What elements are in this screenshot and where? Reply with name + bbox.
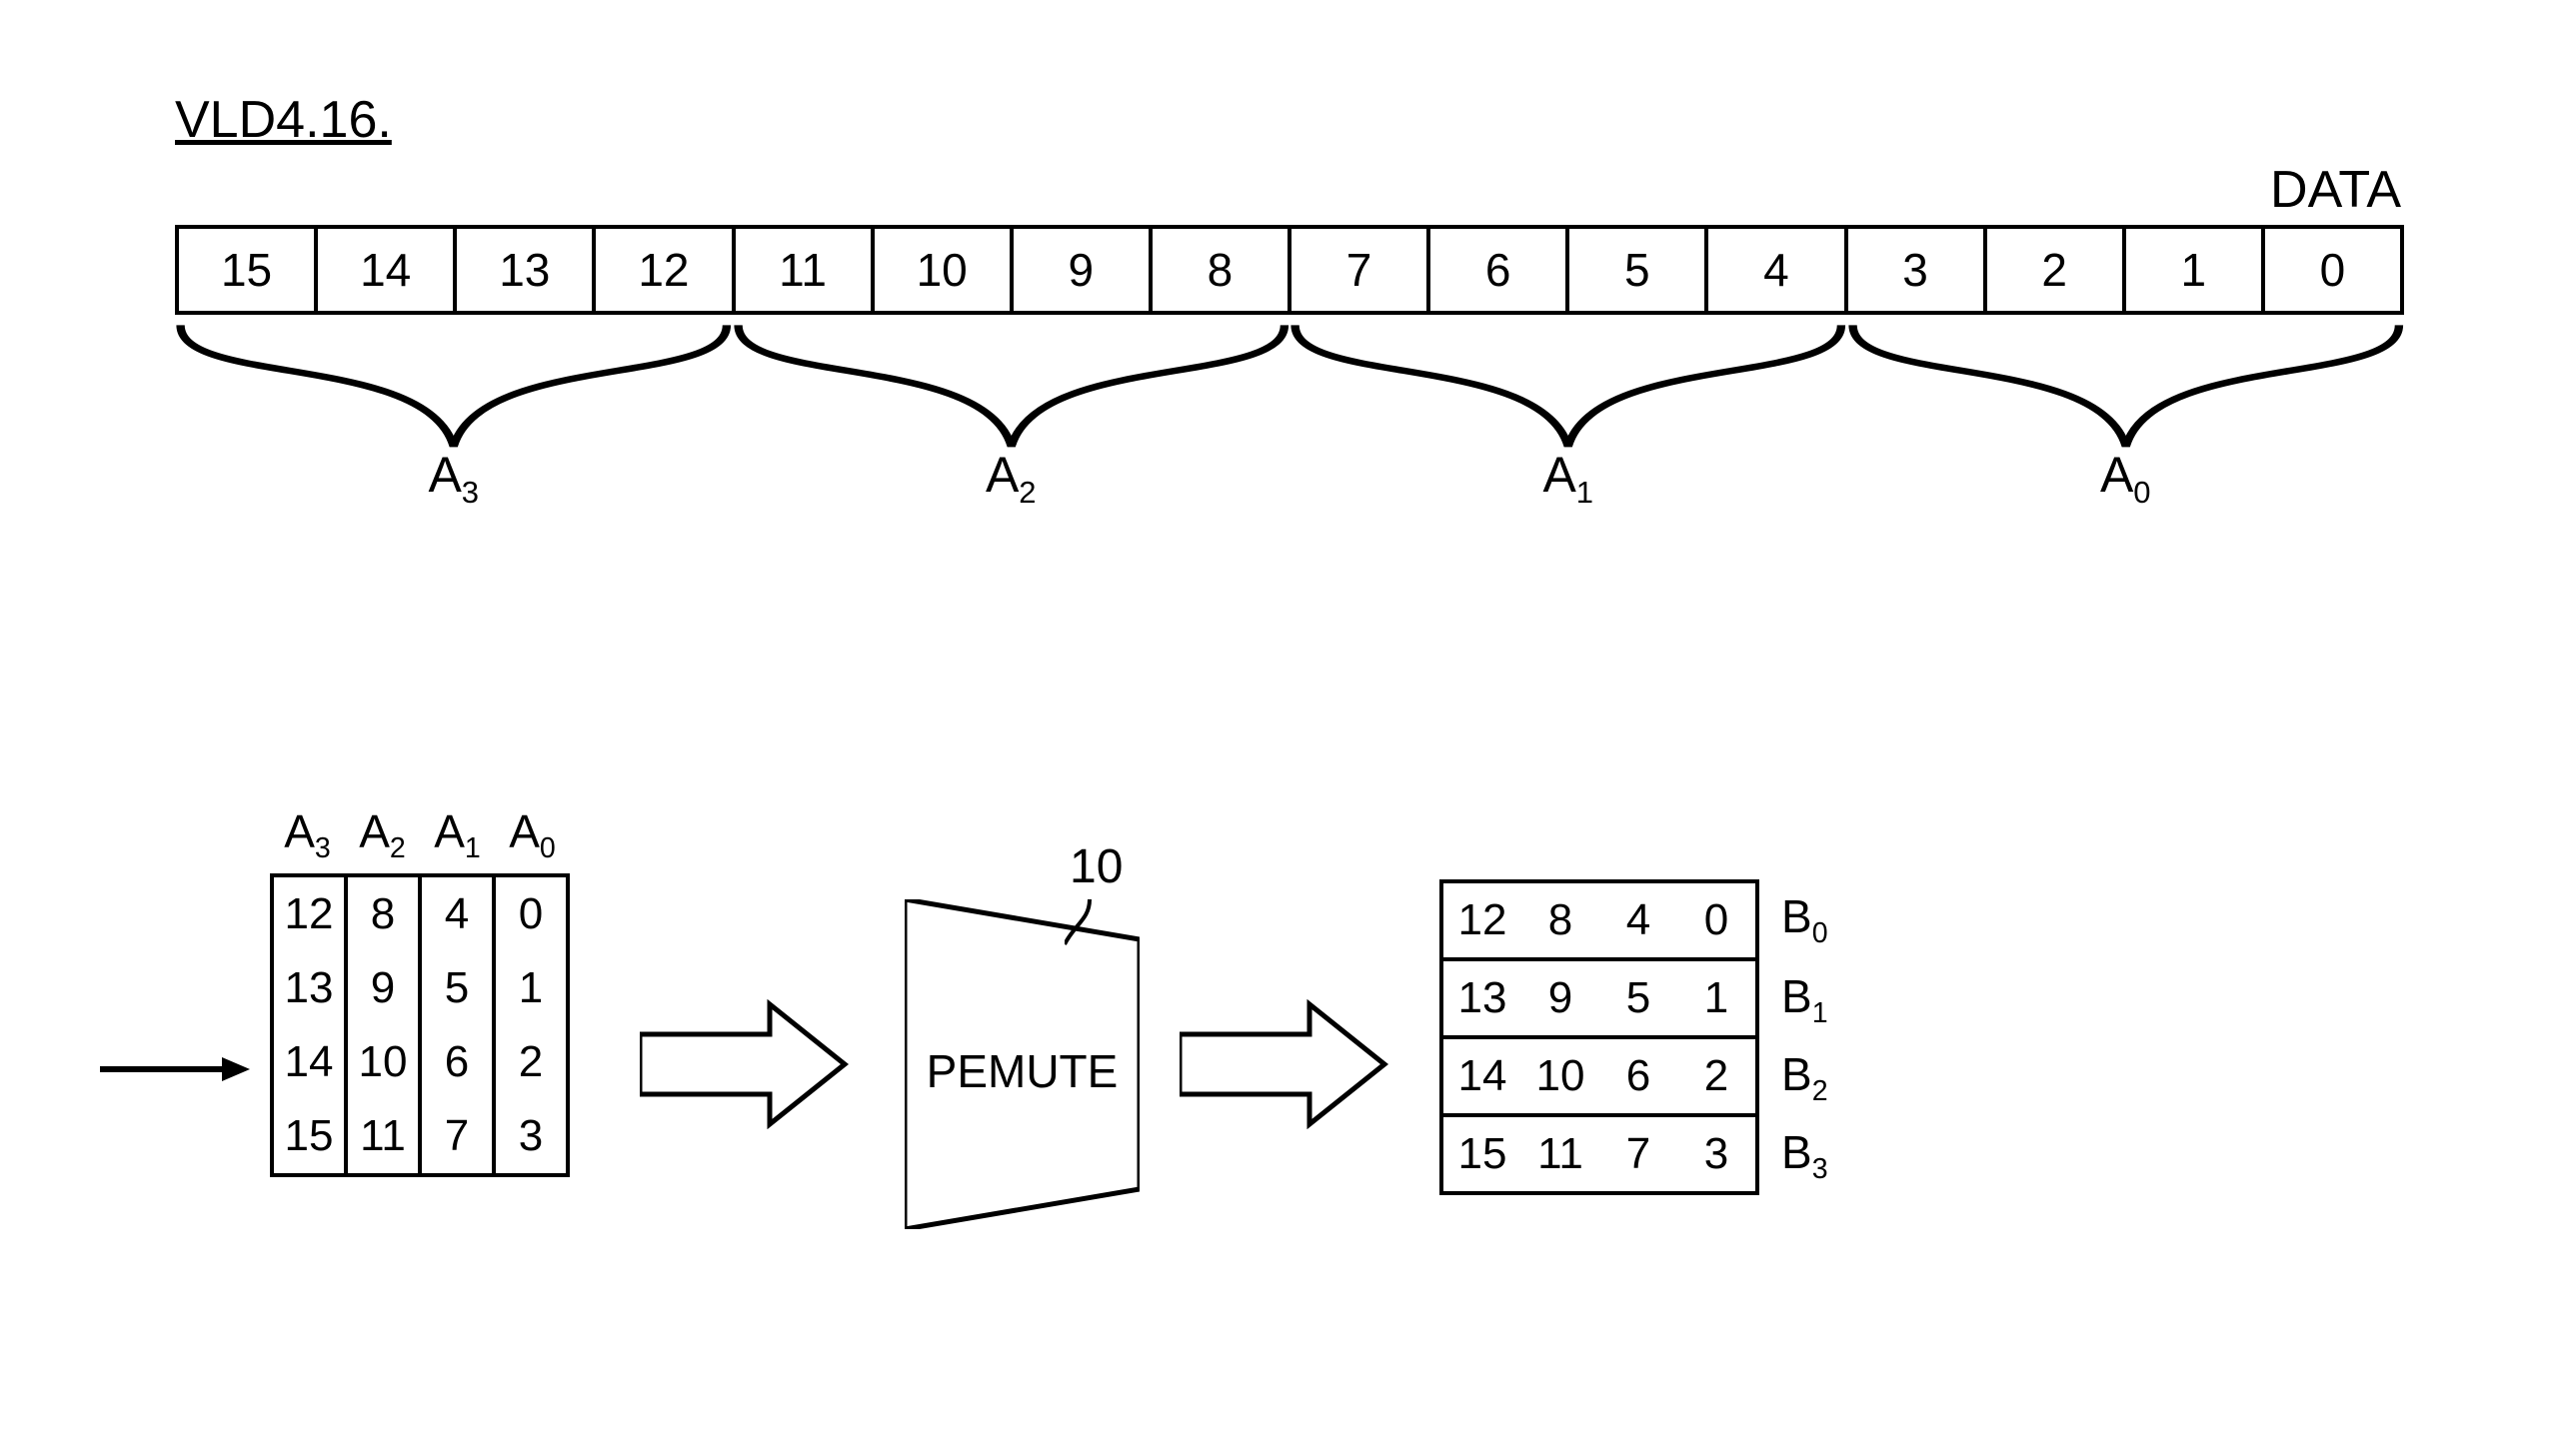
strip-cell: 12 bbox=[596, 229, 735, 311]
group-label: A1 bbox=[1289, 446, 1847, 511]
diagram-page: VLD4.16. DATA 15 14 13 12 11 10 9 8 7 6 … bbox=[0, 0, 2576, 1432]
strip-cell: 10 bbox=[875, 229, 1014, 311]
matrix-a: A3 A2 A1 A0 12 13 14 15 8 9 10 11 bbox=[270, 804, 570, 1177]
matrix-b-cells: 14 10 6 2 bbox=[1439, 1039, 1759, 1117]
mb-cell: 6 bbox=[1599, 1039, 1677, 1113]
ma-cell: 2 bbox=[496, 1025, 566, 1099]
ma-cell: 8 bbox=[348, 877, 418, 951]
strip-cell: 2 bbox=[1987, 229, 2126, 311]
group-label: A0 bbox=[1847, 446, 2405, 511]
strip-cell: 13 bbox=[457, 229, 596, 311]
brace: A2 bbox=[733, 321, 1290, 451]
mb-cell: 1 bbox=[1677, 961, 1755, 1035]
matrix-a-header: A0 bbox=[495, 804, 570, 873]
matrix-b-row: 12 8 4 0 B0 bbox=[1439, 879, 1859, 961]
strip-cell: 4 bbox=[1708, 229, 1847, 311]
mb-cell: 13 bbox=[1443, 961, 1521, 1035]
ma-cell: 10 bbox=[348, 1025, 418, 1099]
lead-arrow-icon bbox=[100, 1049, 250, 1089]
matrix-b-row: 14 10 6 2 B2 bbox=[1439, 1039, 1859, 1117]
matrix-a-headers: A3 A2 A1 A0 bbox=[270, 804, 570, 873]
ma-cell: 11 bbox=[348, 1099, 418, 1173]
mb-cell: 8 bbox=[1521, 883, 1599, 957]
strip-cell: 0 bbox=[2265, 229, 2400, 311]
mb-cell: 2 bbox=[1677, 1039, 1755, 1113]
matrix-a-header: A1 bbox=[420, 804, 495, 873]
permute-ref: 10 bbox=[1070, 839, 1123, 894]
matrix-a-col: 4 5 6 7 bbox=[422, 877, 496, 1173]
ma-cell: 12 bbox=[274, 877, 344, 951]
ma-cell: 3 bbox=[496, 1099, 566, 1173]
matrix-a-body: 12 13 14 15 8 9 10 11 4 5 6 7 bbox=[270, 873, 570, 1177]
flow: A3 A2 A1 A0 12 13 14 15 8 9 10 11 bbox=[100, 804, 2099, 1254]
mb-cell: 12 bbox=[1443, 883, 1521, 957]
matrix-a-col: 12 13 14 15 bbox=[274, 877, 348, 1173]
strip-cell: 11 bbox=[736, 229, 875, 311]
matrix-a-header: A2 bbox=[345, 804, 420, 873]
flow-arrow-icon bbox=[640, 999, 850, 1129]
strip-cell: 14 bbox=[318, 229, 457, 311]
mb-cell: 9 bbox=[1521, 961, 1599, 1035]
ref-connector-icon bbox=[1065, 899, 1115, 949]
matrix-b-cells: 13 9 5 1 bbox=[1439, 961, 1759, 1039]
flow-arrow-icon bbox=[1180, 999, 1389, 1129]
permute-label: PEMUTE bbox=[905, 1044, 1140, 1098]
ma-cell: 15 bbox=[274, 1099, 344, 1173]
ma-cell: 9 bbox=[348, 951, 418, 1025]
ma-cell: 7 bbox=[422, 1099, 492, 1173]
instruction-title: VLD4.16. bbox=[175, 90, 392, 150]
mb-cell: 10 bbox=[1521, 1039, 1599, 1113]
matrix-b-cells: 15 11 7 3 bbox=[1439, 1117, 1759, 1195]
ma-cell: 13 bbox=[274, 951, 344, 1025]
ma-cell: 0 bbox=[496, 877, 566, 951]
matrix-b-cells: 12 8 4 0 bbox=[1439, 879, 1759, 961]
ma-cell: 14 bbox=[274, 1025, 344, 1099]
strip-cell: 8 bbox=[1153, 229, 1291, 311]
matrix-b-row-label: B3 bbox=[1759, 1125, 1849, 1186]
brace: A3 bbox=[175, 321, 733, 451]
matrix-a-header: A3 bbox=[270, 804, 345, 873]
matrix-a-col: 8 9 10 11 bbox=[348, 877, 422, 1173]
mb-cell: 11 bbox=[1521, 1117, 1599, 1191]
data-strip: 15 14 13 12 11 10 9 8 7 6 5 4 3 2 1 0 bbox=[175, 225, 2404, 315]
mb-cell: 4 bbox=[1599, 883, 1677, 957]
strip-cell: 5 bbox=[1569, 229, 1708, 311]
strip-cell: 6 bbox=[1430, 229, 1569, 311]
matrix-b: 12 8 4 0 B0 13 9 5 1 B1 14 10 bbox=[1439, 879, 1859, 1195]
matrix-a-col: 0 1 2 3 bbox=[496, 877, 566, 1173]
ma-cell: 4 bbox=[422, 877, 492, 951]
strip-cell: 7 bbox=[1291, 229, 1430, 311]
ma-cell: 1 bbox=[496, 951, 566, 1025]
matrix-b-row-label: B1 bbox=[1759, 969, 1849, 1030]
permute-block: 10 PEMUTE bbox=[905, 899, 1140, 1229]
ma-cell: 5 bbox=[422, 951, 492, 1025]
data-label: DATA bbox=[2270, 160, 2401, 220]
brace-row: A3 A2 A1 A0 bbox=[175, 321, 2404, 451]
mb-cell: 14 bbox=[1443, 1039, 1521, 1113]
matrix-b-row-label: B2 bbox=[1759, 1047, 1849, 1108]
mb-cell: 0 bbox=[1677, 883, 1755, 957]
strip-cell: 3 bbox=[1848, 229, 1987, 311]
group-label: A3 bbox=[175, 446, 733, 511]
matrix-b-row: 13 9 5 1 B1 bbox=[1439, 961, 1859, 1039]
mb-cell: 3 bbox=[1677, 1117, 1755, 1191]
mb-cell: 15 bbox=[1443, 1117, 1521, 1191]
ma-cell: 6 bbox=[422, 1025, 492, 1099]
mb-cell: 5 bbox=[1599, 961, 1677, 1035]
strip-cell: 1 bbox=[2126, 229, 2265, 311]
mb-cell: 7 bbox=[1599, 1117, 1677, 1191]
strip-cell: 15 bbox=[179, 229, 318, 311]
matrix-b-row: 15 11 7 3 B3 bbox=[1439, 1117, 1859, 1195]
brace: A1 bbox=[1289, 321, 1847, 451]
data-strip-wrap: 15 14 13 12 11 10 9 8 7 6 5 4 3 2 1 0 A3… bbox=[175, 225, 2404, 451]
group-label: A2 bbox=[733, 446, 1290, 511]
strip-cell: 9 bbox=[1014, 229, 1153, 311]
brace: A0 bbox=[1847, 321, 2405, 451]
matrix-b-row-label: B0 bbox=[1759, 889, 1849, 950]
